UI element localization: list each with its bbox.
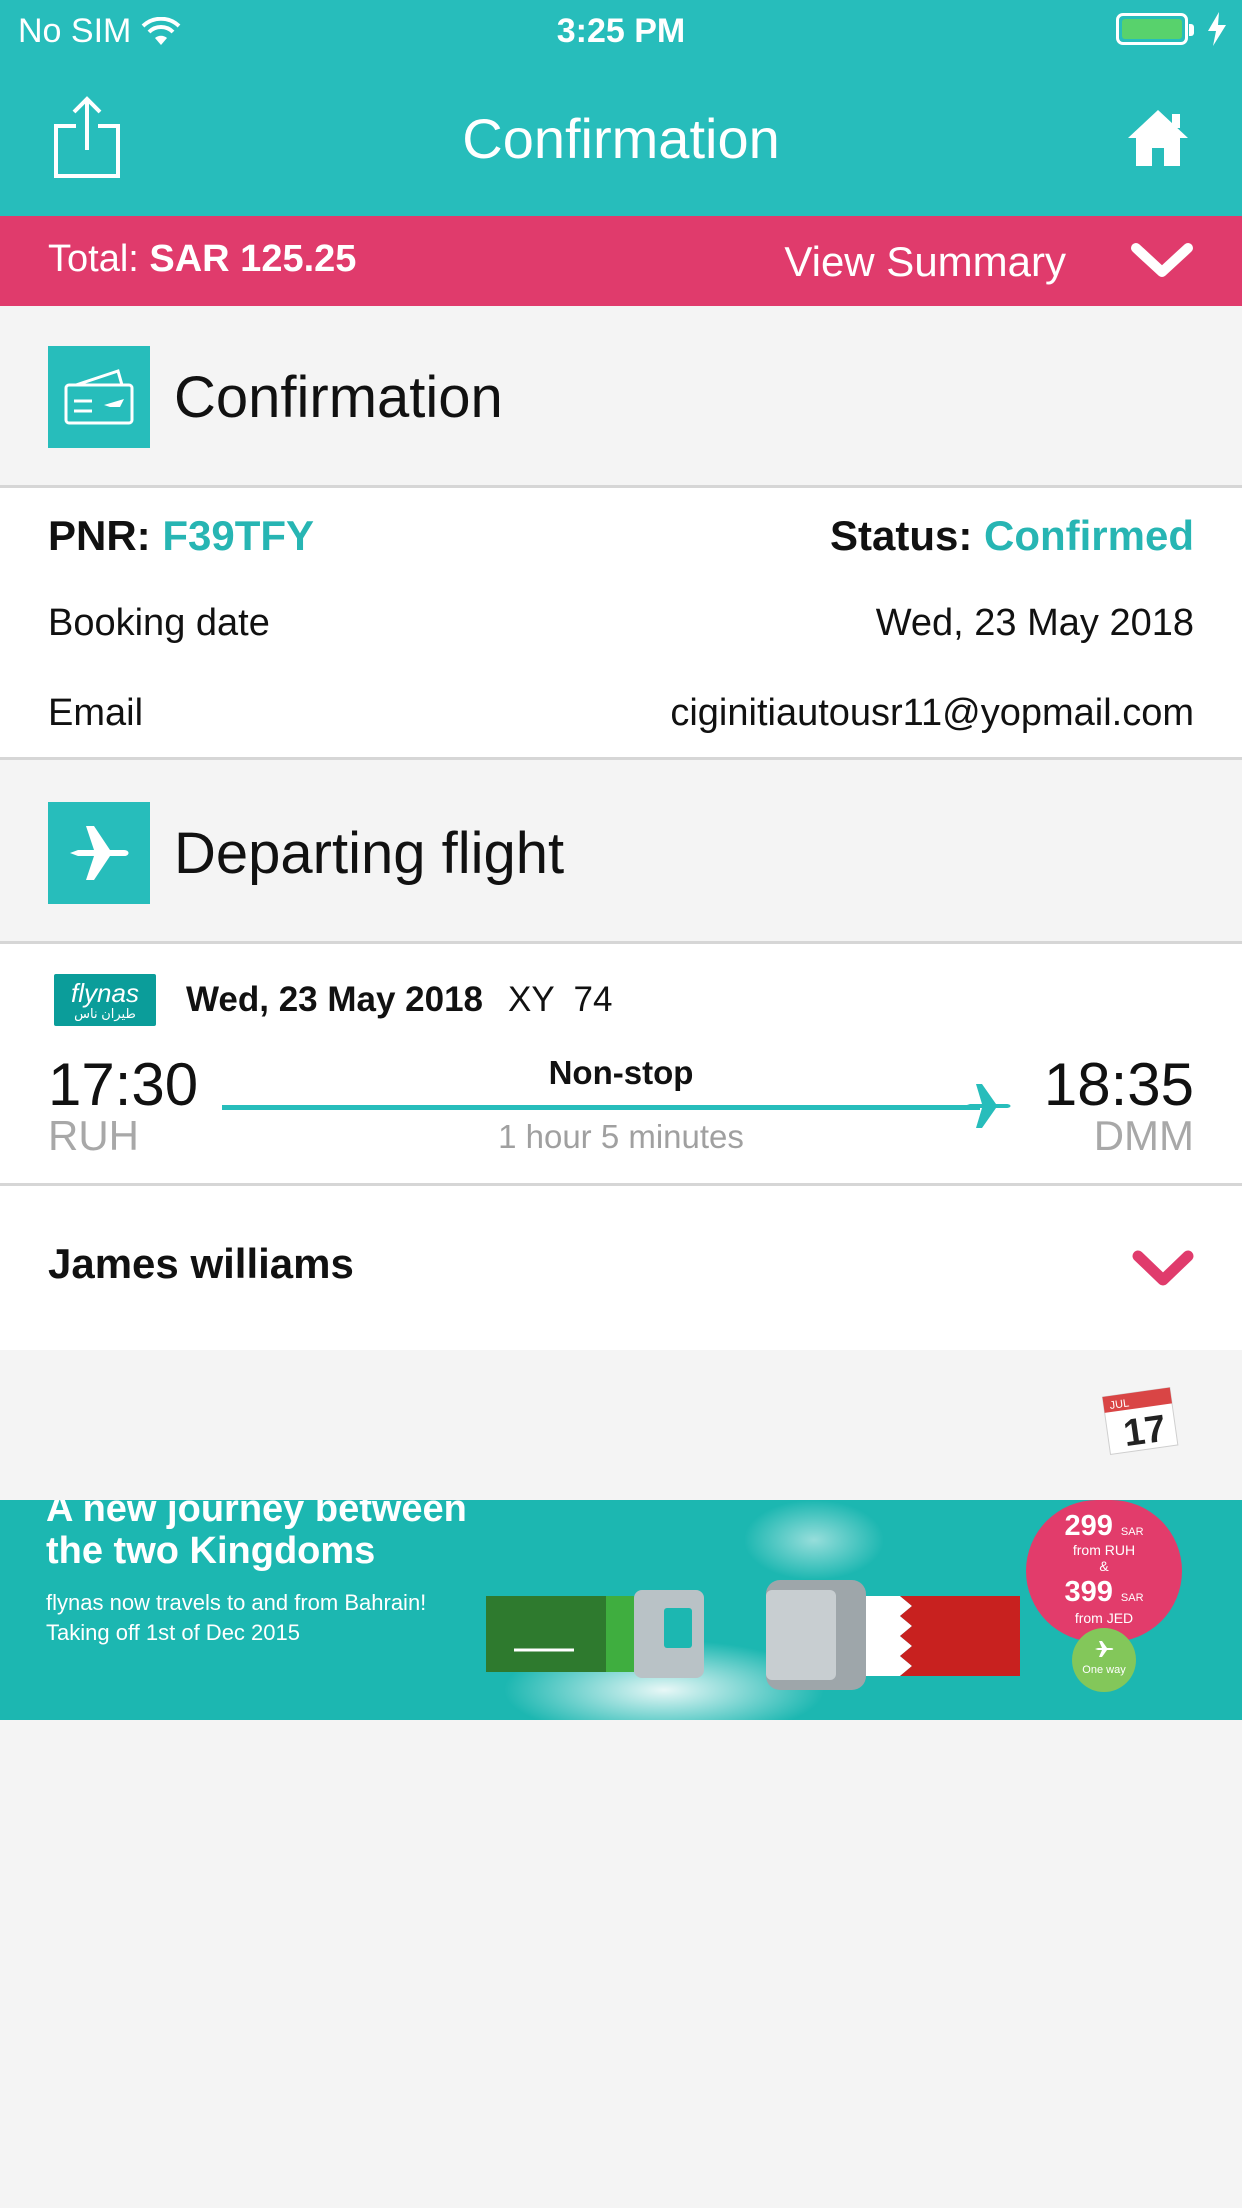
- banner-text-2: Taking off 1st of Dec 2015: [46, 1620, 300, 1645]
- one-way-badge: One way: [1072, 1628, 1136, 1692]
- chevron-down-icon[interactable]: [1130, 240, 1194, 282]
- booking-date-label: Booking date: [48, 602, 270, 644]
- banner-text-1: flynas now travels to and from Bahrain!: [46, 1590, 427, 1615]
- price-badge: 299 SAR from RUH & 399 SAR from JED: [1026, 1500, 1182, 1642]
- booking-details: PNR: F39TFY Status: Confirmed Booking da…: [0, 488, 1242, 760]
- departing-flight-section-header: Departing flight: [0, 762, 1242, 944]
- banner-headline-2: the two Kingdoms: [46, 1530, 376, 1572]
- total-price: Total: SAR 125.25: [48, 238, 356, 281]
- battery-icon: [1116, 13, 1194, 45]
- route-line: [222, 1105, 980, 1110]
- price-ruh: 299 SAR: [1026, 1510, 1182, 1543]
- calendar-day: 17: [1121, 1408, 1169, 1455]
- pnr-label: PNR:: [48, 512, 151, 559]
- pnr-value: F39TFY: [162, 512, 315, 559]
- price-jed-origin: from JED: [1074, 1610, 1134, 1626]
- email-value: ciginitiautousr11@yopmail.com: [670, 692, 1194, 734]
- flight-duration: 1 hour 5 minutes: [498, 1118, 744, 1155]
- booking-date-value: Wed, 23 May 2018: [875, 602, 1194, 644]
- airline-logo-text: flynas: [71, 978, 139, 1008]
- booking-status: Status: Confirmed: [830, 512, 1194, 560]
- one-way-label: One way: [1082, 1664, 1126, 1676]
- arrival-airport-code: DMM: [1093, 1112, 1194, 1159]
- passenger-name: James williams: [48, 1240, 354, 1287]
- status-time: 3:25 PM: [556, 12, 686, 50]
- email-label: Email: [48, 692, 144, 734]
- seatbelt-flags-image: [486, 1500, 1020, 1720]
- confirmation-section-header: Confirmation: [0, 306, 1242, 488]
- price-ruh-value: 299: [1064, 1510, 1113, 1542]
- battery-status: [1116, 12, 1228, 46]
- top-bar: No SIM 3:25 PM Confirmation: [0, 0, 1242, 216]
- email-row: Email ciginitiautousr11@yopmail.com: [48, 692, 1194, 735]
- status-label: Status:: [829, 512, 973, 559]
- arrival-time: 18:35: [1043, 1051, 1194, 1118]
- airplane-icon: [1095, 1641, 1114, 1657]
- airline-logo: flynas طيران ناس: [54, 974, 156, 1026]
- status-bar: No SIM 3:25 PM: [0, 0, 1242, 62]
- ticket-icon: [48, 346, 150, 448]
- charging-bolt-icon: [1208, 12, 1226, 46]
- total-label: Total:: [48, 238, 139, 280]
- total-summary-bar[interactable]: Total: SAR 125.25 View Summary: [0, 216, 1242, 306]
- view-summary-button[interactable]: View Summary: [784, 238, 1066, 286]
- airline-logo-subtext: طيران ناس: [74, 1006, 136, 1021]
- flight-details[interactable]: flynas طيران ناس Wed, 23 May 2018 XY 74 …: [0, 944, 1242, 1186]
- passenger-row[interactable]: James williams: [0, 1186, 1242, 1350]
- app-screen: No SIM 3:25 PM Confirmation Total: SAR 1…: [0, 0, 1242, 2208]
- total-value: SAR 125.25: [149, 238, 357, 280]
- pnr: PNR: F39TFY: [48, 512, 314, 560]
- price-ampersand: &: [1099, 1558, 1109, 1574]
- promo-banner[interactable]: A new journey between the two Kingdoms f…: [0, 1500, 1242, 1720]
- booking-date-row: Booking date Wed, 23 May 2018: [48, 602, 1194, 645]
- pnr-status-row: PNR: F39TFY Status: Confirmed: [48, 512, 1194, 560]
- price-jed: 399 SAR: [1026, 1576, 1182, 1609]
- status-value: Confirmed: [984, 512, 1194, 559]
- price-ruh-unit: SAR: [1120, 1526, 1144, 1538]
- confirmation-section-title: Confirmation: [174, 365, 503, 430]
- price-jed-unit: SAR: [1120, 1592, 1144, 1604]
- calendar-icon[interactable]: JUL 17: [1098, 1384, 1182, 1456]
- departing-flight-title: Departing flight: [174, 821, 565, 886]
- page-title: Confirmation: [462, 107, 780, 170]
- chevron-down-icon[interactable]: [1132, 1248, 1194, 1288]
- flight-number: XY 74: [508, 980, 613, 1019]
- banner-headline-1: A new journey between: [46, 1500, 467, 1530]
- price-jed-value: 399: [1064, 1576, 1113, 1608]
- home-icon[interactable]: [1126, 108, 1190, 168]
- price-ruh-origin: from RUH: [1072, 1542, 1136, 1558]
- flight-date: Wed, 23 May 2018: [186, 980, 484, 1019]
- airplane-icon: [48, 802, 150, 904]
